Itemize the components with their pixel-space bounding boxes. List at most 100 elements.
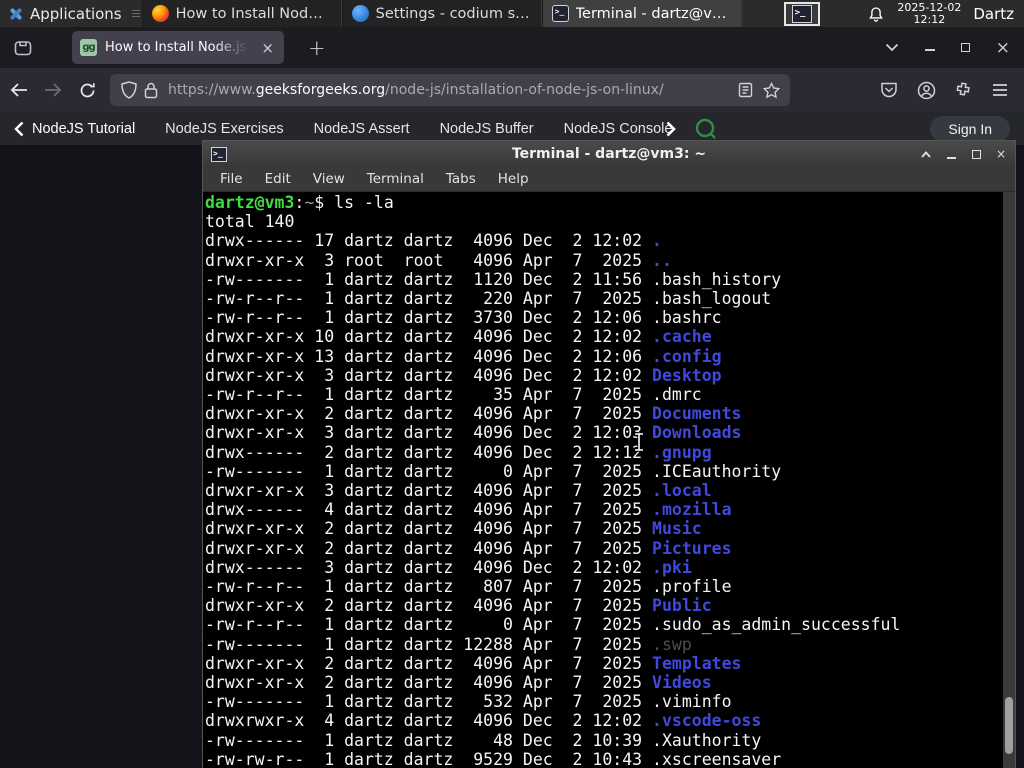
- account-icon[interactable]: [914, 78, 938, 102]
- terminal-output-line: drwxr-xr-x 2 dartz dartz 4096 Apr 7 2025…: [205, 538, 732, 558]
- nav-link[interactable]: NodeJS Console: [564, 121, 673, 137]
- terminal-shade-button[interactable]: [920, 148, 932, 160]
- terminal-output-line: -rw-r--r-- 1 dartz dartz 35 Apr 7 2025 .…: [205, 385, 702, 405]
- terminal-close-button[interactable]: ×: [995, 147, 1007, 161]
- terminal-output-line: drwxr-xr-x 2 dartz dartz 4096 Apr 7 2025…: [205, 404, 742, 424]
- terminal-output-line: drwxr-xr-x 10 dartz dartz 4096 Dec 2 12:…: [205, 327, 712, 347]
- reload-button[interactable]: [72, 75, 102, 105]
- bookmark-star-icon[interactable]: [760, 79, 782, 101]
- taskbar-item[interactable]: How to Install Node.js o...: [141, 0, 342, 27]
- url-bar[interactable]: https://www.geeksforgeeks.org/node-js/in…: [110, 74, 790, 106]
- terminal-output-line: -rw------- 1 dartz dartz 12288 Apr 7 202…: [205, 634, 692, 654]
- terminal-output-line: -rw------- 1 dartz dartz 1120 Dec 2 11:5…: [205, 269, 782, 289]
- clock-date: 2025-12-02: [897, 0, 962, 14]
- clock-time: 12:12: [913, 12, 946, 26]
- nav-scroll-right-icon[interactable]: [666, 121, 676, 137]
- nav-link[interactable]: NodeJS Buffer: [440, 121, 534, 137]
- terminal-menu-item[interactable]: Help: [489, 169, 538, 189]
- xubuntu-logo-icon: [8, 6, 24, 22]
- shield-icon[interactable]: [118, 79, 140, 101]
- geeksforgeeks-favicon: gg: [80, 39, 97, 56]
- extensions-icon[interactable]: [951, 78, 975, 102]
- terminal-scrollbar[interactable]: [1003, 192, 1015, 768]
- terminal-prompt-line: dartz@vm3:~$ ls -la: [205, 193, 394, 212]
- terminal-menu-item[interactable]: Terminal: [358, 169, 433, 189]
- terminal-menu-item[interactable]: File: [211, 169, 252, 189]
- browser-tab[interactable]: gg How to Install Node.js on ×: [72, 31, 284, 64]
- terminal-output-line: drwxr-xr-x 2 dartz dartz 4096 Apr 7 2025…: [205, 653, 742, 673]
- firefox-tab-bar: gg How to Install Node.js on × + ×: [0, 27, 1024, 68]
- applications-label: Applications: [30, 4, 122, 23]
- terminal-title: Terminal - dartz@vm3: ~: [511, 146, 707, 162]
- back-button[interactable]: [4, 75, 34, 105]
- nav-scroll-left-icon[interactable]: [14, 121, 24, 137]
- terminal-content[interactable]: dartz@vm3:~$ ls -la total 140 drwx------…: [203, 192, 1015, 768]
- taskbar: How to Install Node.js o... Settings - c…: [141, 0, 742, 27]
- firefox-view-icon[interactable]: [12, 37, 34, 59]
- tab-title: How to Install Node.js on: [105, 40, 252, 55]
- terminal-output-line: -rw-r--r-- 1 dartz dartz 0 Apr 7 2025 .s…: [205, 615, 901, 635]
- mouse-ibeam-cursor: [635, 432, 643, 452]
- command-text: ls -la: [334, 193, 394, 212]
- nav-link[interactable]: NodeJS Tutorial: [32, 121, 135, 137]
- applications-menu-button[interactable]: Applications: [0, 0, 130, 27]
- panel-right-area: 2025-12-02 12:12 Dartz: [867, 0, 1024, 27]
- terminal-output-line: -rw------- 1 dartz dartz 532 Apr 7 2025 …: [205, 692, 732, 712]
- terminal-output-line: -rw-r--r-- 1 dartz dartz 807 Apr 7 2025 …: [205, 577, 732, 597]
- tray-area: [783, 0, 820, 27]
- clock[interactable]: 2025-12-02 12:12: [897, 0, 962, 26]
- terminal-menu-item[interactable]: Tabs: [437, 169, 485, 189]
- user-menu[interactable]: Dartz: [973, 5, 1014, 23]
- desktop: Applications How to Install Node.js o...…: [0, 0, 1024, 768]
- nav-link[interactable]: NodeJS Assert: [314, 121, 410, 137]
- terminal-output-line: drwxr-xr-x 3 root root 4096 Apr 7 2025 .…: [205, 250, 672, 270]
- window-maximize-button[interactable]: [960, 43, 970, 52]
- list-tabs-chevron-icon[interactable]: [885, 43, 899, 52]
- lock-icon[interactable]: [140, 79, 162, 101]
- tab-close-icon[interactable]: ×: [259, 39, 276, 57]
- terminal-output-line: -rw-r--r-- 1 dartz dartz 3730 Dec 2 12:0…: [205, 308, 722, 328]
- window-minimize-button[interactable]: [924, 48, 935, 51]
- terminal-output-line: drwxr-xr-x 2 dartz dartz 4096 Apr 7 2025…: [205, 519, 702, 539]
- terminal-output-line: drwxr-xr-x 3 dartz dartz 4096 Dec 2 12:0…: [205, 365, 722, 385]
- terminal-output-line: drwx------ 17 dartz dartz 4096 Dec 2 12:…: [205, 231, 662, 251]
- terminal-output-line: drwxr-xr-x 13 dartz dartz 4096 Dec 2 12:…: [205, 346, 722, 366]
- terminal-output-line: drwx------ 4 dartz dartz 4096 Apr 7 2025…: [205, 500, 732, 520]
- terminal-total-line: total 140: [205, 212, 295, 232]
- forward-button[interactable]: [38, 75, 68, 105]
- terminal-output-line: -rw-rw-r-- 1 dartz dartz 9529 Dec 2 10:4…: [205, 749, 782, 768]
- menu-hamburger-icon[interactable]: [988, 78, 1012, 102]
- terminal-menu-item[interactable]: Edit: [256, 169, 300, 189]
- sign-in-button[interactable]: Sign In: [930, 115, 1010, 142]
- search-icon[interactable]: [694, 117, 718, 141]
- terminal-window: Terminal - dartz@vm3: ~ × File Edit View…: [202, 140, 1016, 768]
- terminal-output-line: drwxr-xr-x 3 dartz dartz 4096 Dec 2 12:0…: [205, 423, 742, 443]
- window-close-button[interactable]: ×: [996, 39, 1010, 56]
- system-top-panel: Applications How to Install Node.js o...…: [0, 0, 1024, 27]
- new-tab-button[interactable]: +: [302, 36, 332, 60]
- terminal-launcher-icon[interactable]: [783, 1, 820, 26]
- terminal-output-line: -rw-r--r-- 1 dartz dartz 220 Apr 7 2025 …: [205, 289, 772, 309]
- terminal-output-line: -rw------- 1 dartz dartz 0 Apr 7 2025 .I…: [205, 461, 782, 481]
- pocket-icon[interactable]: [877, 78, 901, 102]
- terminal-menubar: File Edit View Terminal Tabs Help: [203, 167, 1015, 192]
- terminal-output-line: drwxrwxr-x 4 dartz dartz 4096 Dec 2 12:0…: [205, 711, 762, 731]
- reader-view-icon[interactable]: [734, 79, 756, 101]
- firefox-icon: [151, 5, 169, 22]
- terminal-output-line: drwxr-xr-x 3 dartz dartz 4096 Apr 7 2025…: [205, 481, 712, 501]
- terminal-output-line: drwxr-xr-x 2 dartz dartz 4096 Apr 7 2025…: [205, 596, 712, 616]
- taskbar-item[interactable]: Terminal - dartz@vm3: ~: [541, 0, 742, 27]
- terminal-minimize-button[interactable]: [946, 157, 956, 159]
- terminal-listing: drwx------ 17 dartz dartz 4096 Dec 2 12:…: [205, 231, 1001, 768]
- terminal-maximize-button[interactable]: [971, 149, 981, 159]
- panel-grip-handle[interactable]: [131, 0, 140, 27]
- codium-icon: [351, 5, 369, 22]
- terminal-menu-item[interactable]: View: [304, 169, 354, 189]
- notifications-bell-icon[interactable]: [867, 5, 885, 23]
- prompt-path: ~: [304, 193, 315, 212]
- taskbar-item[interactable]: Settings - codium script...: [341, 0, 542, 27]
- terminal-titlebar[interactable]: Terminal - dartz@vm3: ~ ×: [203, 141, 1015, 167]
- nav-link[interactable]: NodeJS Exercises: [165, 121, 283, 137]
- firefox-toolbar: https://www.geeksforgeeks.org/node-js/in…: [0, 68, 1024, 112]
- terminal-scrollbar-thumb[interactable]: [1005, 697, 1013, 754]
